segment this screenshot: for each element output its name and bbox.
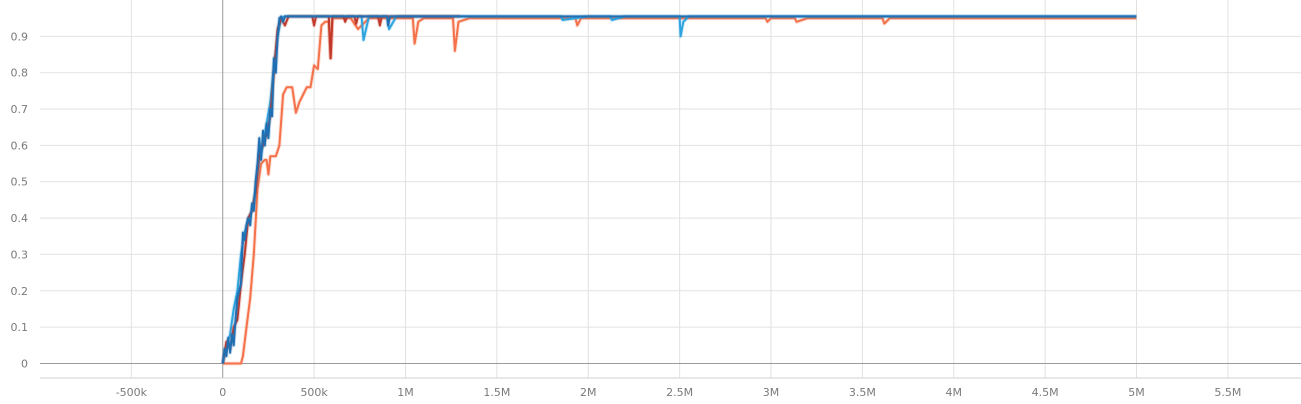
y-tick-label: 0.5 — [11, 176, 29, 189]
tick-label-layer: -500k 0 500k 1M 1.5M 2M 2.5M 3M 3.5M 4M 4.5M 5M 5.5M… — [11, 30, 1242, 399]
x-tick-label: 5M — [1128, 386, 1145, 399]
y-tick-label: 0.4 — [11, 212, 29, 225]
y-tick-label: 0.8 — [11, 67, 29, 80]
grid-layer — [40, 0, 1301, 378]
x-tick-label: 1M — [397, 386, 414, 399]
axis-layer — [40, 0, 1301, 379]
x-tick-label: 4M — [946, 386, 963, 399]
x-tick-label: 500k — [300, 386, 328, 399]
x-tick-label: 2M — [580, 386, 597, 399]
x-tick-label: 3M — [763, 386, 780, 399]
x-tick-label: 4.5M — [1032, 386, 1059, 399]
x-tick-label: 0 — [219, 386, 226, 399]
x-tick-label: 3.5M — [849, 386, 876, 399]
y-tick-label: 0.7 — [11, 103, 29, 116]
y-tick-label: 0.9 — [11, 30, 29, 43]
x-tick-label: 1.5M — [483, 386, 510, 399]
y-tick-label: 0 — [21, 357, 28, 370]
y-tick-label: 0.1 — [11, 321, 29, 334]
y-tick-label: 0.3 — [11, 248, 29, 261]
chart-canvas: -500k 0 500k 1M 1.5M 2M 2.5M 3M 3.5M 4M 4.5M 5M 5.5M… — [11, 0, 1301, 399]
x-tick-label: 2.5M — [666, 386, 693, 399]
x-tick-label: 5.5M — [1214, 386, 1241, 399]
y-tick-label: 0.6 — [11, 139, 29, 152]
y-tick-label: 0.2 — [11, 285, 29, 298]
line-chart: -500k 0 500k 1M 1.5M 2M 2.5M 3M 3.5M 4M 4.5M 5M 5.5M… — [0, 0, 1301, 400]
x-tick-label: -500k — [116, 386, 148, 399]
